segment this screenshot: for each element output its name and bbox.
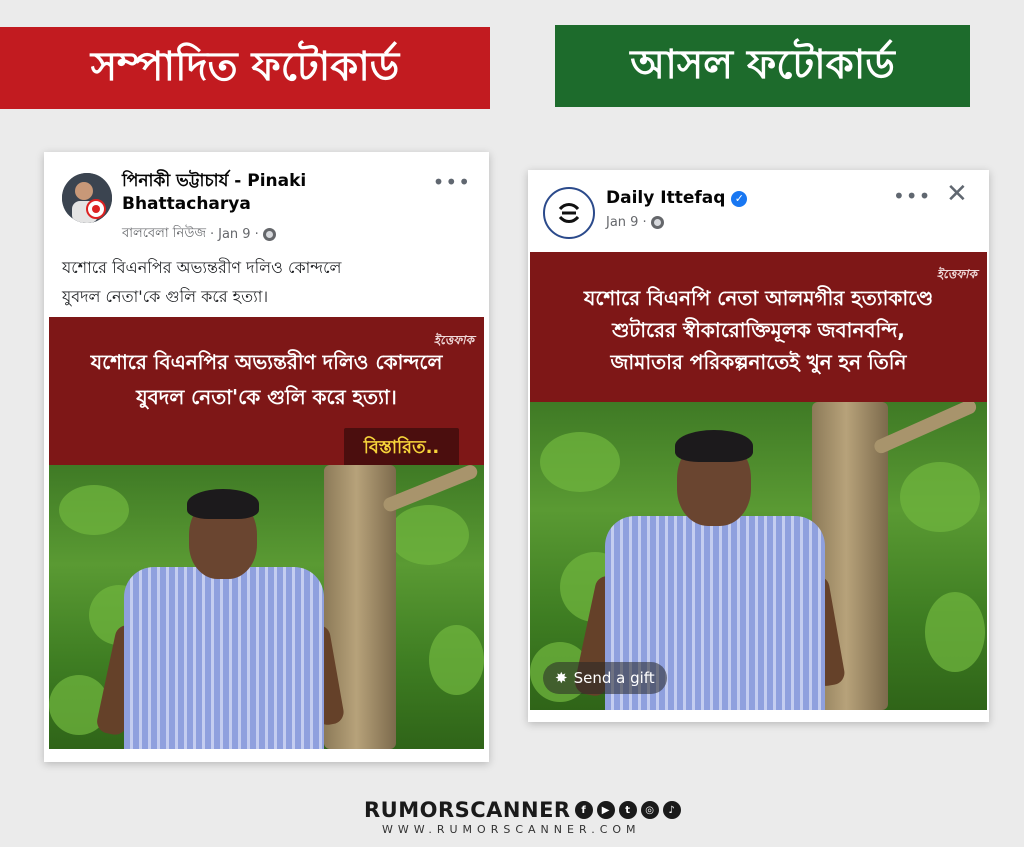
ittefaq-logo: ইত্তেফাক xyxy=(433,333,474,347)
headline-line: জামাতার পরিকল্পনাতেই খুন হন তিনি xyxy=(610,350,907,374)
globe-icon xyxy=(262,228,276,241)
author-name[interactable]: Daily Ittefaq xyxy=(606,187,725,210)
gift-label: Send a gift xyxy=(573,669,655,687)
ittefaq-logo-icon xyxy=(553,197,585,229)
photocard-headline: ইত্তেফাক যশোরে বিএনপি নেতা আলমগীর হত্যাক… xyxy=(530,252,987,402)
youtube-icon[interactable]: ▶ xyxy=(596,801,615,819)
more-options-icon[interactable]: ••• xyxy=(893,184,931,208)
banner-label: সম্পাদিত ফটোকার্ড xyxy=(90,43,400,90)
source-name[interactable]: বালবেলা নিউজ xyxy=(122,224,206,245)
ittefaq-logo: ইত্তেফাক xyxy=(936,267,977,281)
original-facebook-post: Daily Ittefaq ✓ Jan 9 · ••• ✕ ইত্তেফাক য… xyxy=(528,170,989,722)
twitter-icon[interactable]: t xyxy=(618,801,637,819)
close-icon[interactable]: ✕ xyxy=(946,179,968,209)
edited-facebook-post: পিনাকী ভট্টাচার্য - Pinaki Bhattacharya … xyxy=(44,152,489,762)
brand-wordmark: RUMORSCANNER xyxy=(364,798,571,822)
headline-line: যশোরে বিএনপি নেতা আলমগীর হত্যাকাণ্ডে xyxy=(583,286,934,310)
man-figure xyxy=(94,475,346,749)
caption-line: যুবদল নেতা'কে গুলি করে হত্যা। xyxy=(62,287,269,306)
caption-line: যশোরে বিএনপির অভ্যন্তরীণ দলিও কোন্দলে xyxy=(62,258,342,277)
post-date[interactable]: Jan 9 xyxy=(218,227,250,242)
more-options-icon[interactable]: ••• xyxy=(433,170,471,194)
person-avatar-icon xyxy=(62,173,112,223)
headline-line: যশোরে বিএনপির অভ্যন্তরীণ দলিও কোন্দলে xyxy=(90,350,443,374)
photocard-image[interactable]: ইত্তেফাক যশোরে বিএনপির অভ্যন্তরীণ দলিও ক… xyxy=(49,317,484,749)
photo-scene xyxy=(49,465,484,749)
photocard-headline: ইত্তেফাক যশোরে বিএনপির অভ্যন্তরীণ দলিও ক… xyxy=(49,317,484,466)
send-a-gift-button[interactable]: ✸ Send a gift xyxy=(543,662,667,694)
banner-label: আসল ফটোকার্ড xyxy=(630,41,895,88)
author-avatar[interactable] xyxy=(543,187,595,239)
headline-line: শুটারের স্বীকারোক্তিমূলক জবানবন্দি, xyxy=(612,318,905,342)
original-photocard-banner: আসল ফটোকার্ড xyxy=(555,25,970,107)
photocard-image[interactable]: ইত্তেফাক যশোরে বিএনপি নেতা আলমগীর হত্যাক… xyxy=(530,252,987,710)
edited-photocard-banner: সম্পাদিত ফটোকার্ড xyxy=(0,27,490,109)
details-badge: বিস্তারিত.. xyxy=(344,428,459,466)
tiktok-icon[interactable]: ♪ xyxy=(662,801,681,819)
gift-icon: ✸ xyxy=(555,669,568,687)
headline-line: যুবদল নেতা'কে গুলি করে হত্যা। xyxy=(136,385,397,409)
post-meta: Jan 9 · xyxy=(606,215,664,230)
rumorscanner-logo: RUMORSCANNER f ▶ t ◎ ♪ xyxy=(364,798,681,822)
author-name-row: Daily Ittefaq ✓ xyxy=(606,187,748,210)
post-meta: বালবেলা নিউজ · Jan 9 · xyxy=(122,224,276,245)
post-caption: যশোরে বিএনপির অভ্যন্তরীণ দলিও কোন্দলে যু… xyxy=(62,253,472,311)
author-name[interactable]: পিনাকী ভট্টাচার্য - Pinaki Bhattacharya xyxy=(122,170,422,216)
website-url[interactable]: WWW.RUMORSCANNER.COM xyxy=(382,823,641,836)
instagram-icon[interactable]: ◎ xyxy=(640,801,659,819)
post-date[interactable]: Jan 9 xyxy=(606,215,638,230)
facebook-icon[interactable]: f xyxy=(574,801,593,819)
globe-icon xyxy=(650,216,664,229)
author-avatar[interactable] xyxy=(62,173,112,223)
verified-badge-icon: ✓ xyxy=(731,190,748,207)
